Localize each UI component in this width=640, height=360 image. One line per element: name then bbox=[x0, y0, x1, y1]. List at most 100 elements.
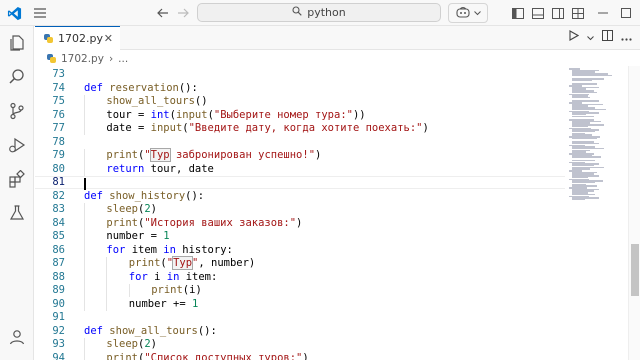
chevron-down-icon bbox=[473, 8, 481, 19]
code-text: show_all_tours() bbox=[106, 95, 207, 107]
vertical-scrollbar[interactable] bbox=[628, 66, 640, 360]
search-sidebar-icon[interactable] bbox=[6, 66, 28, 88]
code-token: in bbox=[166, 270, 186, 283]
code-token: def bbox=[84, 324, 110, 337]
indent-guide bbox=[84, 121, 85, 135]
breadcrumb-file[interactable]: 1702.py bbox=[61, 53, 104, 65]
code-token: sleep bbox=[106, 203, 138, 216]
code-line[interactable]: 81 bbox=[35, 175, 565, 190]
testing-flask-icon[interactable] bbox=[6, 202, 28, 224]
customize-layout-icon[interactable] bbox=[568, 3, 588, 23]
line-number: 73 bbox=[52, 68, 65, 81]
editor-tab-bar: 1702.py ✕ bbox=[35, 26, 640, 50]
code-line[interactable]: 90 number += 1 bbox=[35, 297, 565, 311]
run-python-file-icon[interactable] bbox=[569, 30, 580, 44]
run-dropdown-chevron-icon[interactable] bbox=[587, 31, 594, 44]
code-text: return tour, date bbox=[106, 163, 213, 175]
menu-icon[interactable] bbox=[30, 3, 50, 23]
source-control-icon[interactable] bbox=[6, 100, 28, 122]
code-line[interactable]: 92 def show_all_tours(): bbox=[35, 324, 565, 338]
split-editor-icon[interactable] bbox=[602, 30, 613, 44]
code-token: ) bbox=[150, 338, 157, 351]
title-bar: python bbox=[0, 0, 640, 26]
indent-guide bbox=[106, 270, 108, 284]
run-and-debug-icon[interactable] bbox=[6, 134, 28, 156]
code-line[interactable]: 80 return tour, date bbox=[35, 162, 565, 176]
editor-actions bbox=[569, 30, 632, 44]
minimize-icon[interactable] bbox=[593, 3, 613, 23]
code-token: number = bbox=[106, 230, 164, 243]
line-number: 87 bbox=[52, 257, 65, 270]
line-number: 82 bbox=[52, 189, 65, 202]
line-number: 89 bbox=[52, 284, 65, 297]
minimap-line bbox=[572, 198, 585, 201]
code-line[interactable]: 79 print("Тур забронирован успешно!") bbox=[35, 148, 565, 163]
indent-guide bbox=[84, 337, 85, 351]
code-line[interactable]: 76 tour = int(input("Выберите номер тура:… bbox=[35, 108, 565, 122]
indent-guide bbox=[84, 243, 85, 257]
command-center-search[interactable]: python bbox=[197, 3, 441, 22]
code-text: print("Тур забронирован успешно!") bbox=[106, 148, 321, 163]
maximize-icon[interactable] bbox=[616, 3, 636, 23]
code-text: print("Тур", number) bbox=[129, 256, 255, 271]
code-line[interactable]: 73 bbox=[35, 68, 565, 82]
breadcrumb: 1702.py › ... bbox=[35, 50, 640, 67]
minimap-line bbox=[572, 96, 590, 99]
code-line[interactable]: 86 for item in history: bbox=[35, 243, 565, 257]
code-line[interactable]: 78 bbox=[35, 135, 565, 149]
toggle-primary-sidebar-icon[interactable] bbox=[508, 3, 528, 23]
code-line[interactable]: 74 def reservation(): bbox=[35, 81, 565, 95]
code-token: ) bbox=[422, 122, 429, 135]
code-editor[interactable]: 73 74 def reservation(): 75 show_all_tours()… bbox=[35, 66, 565, 360]
code-token: int bbox=[150, 108, 170, 121]
code-line[interactable]: 87 print("Тур", number) bbox=[35, 256, 565, 271]
line-number: 94 bbox=[52, 351, 65, 360]
code-line[interactable]: 83 sleep(2) bbox=[35, 203, 565, 217]
breadcrumb-symbols[interactable]: ... bbox=[118, 53, 128, 65]
toggle-panel-icon[interactable] bbox=[528, 3, 548, 23]
code-line[interactable]: 75 show_all_tours() bbox=[35, 95, 565, 109]
code-text: def show_history(): bbox=[84, 190, 204, 202]
toggle-secondary-sidebar-icon[interactable] bbox=[548, 3, 568, 23]
code-line[interactable]: 84 print("История ваших заказов:") bbox=[35, 216, 565, 230]
code-line[interactable]: 85 number = 1 bbox=[35, 230, 565, 244]
minimap[interactable] bbox=[566, 66, 628, 360]
code-token: print bbox=[106, 216, 138, 229]
text-cursor bbox=[84, 177, 86, 190]
explorer-files-icon[interactable] bbox=[6, 32, 28, 54]
search-match-highlight: Тур bbox=[149, 148, 171, 163]
forward-arrow-icon[interactable] bbox=[173, 3, 193, 23]
code-token: "Список доступных туров:" bbox=[144, 351, 303, 360]
code-text: def show_all_tours(): bbox=[84, 325, 217, 337]
code-token: show_history bbox=[109, 189, 186, 202]
line-number: 75 bbox=[52, 95, 65, 108]
line-number: 92 bbox=[52, 324, 65, 337]
code-line[interactable]: 82 def show_history(): bbox=[35, 189, 565, 203]
indent-guide bbox=[84, 202, 85, 216]
vscode-logo-icon[interactable] bbox=[4, 3, 24, 23]
activity-bar bbox=[0, 26, 34, 360]
back-arrow-icon[interactable] bbox=[153, 3, 173, 23]
code-token: ) bbox=[296, 216, 303, 229]
code-line[interactable]: 93 sleep(2) bbox=[35, 338, 565, 352]
tab-1702-py[interactable]: 1702.py ✕ bbox=[35, 26, 120, 50]
extensions-icon[interactable] bbox=[6, 168, 28, 190]
code-text: number = 1 bbox=[106, 230, 169, 242]
code-line[interactable]: 91 bbox=[35, 311, 565, 325]
line-number: 81 bbox=[52, 176, 65, 189]
indent-guide bbox=[84, 148, 85, 162]
code-token: print bbox=[151, 284, 183, 297]
code-line[interactable]: 77 date = input("Введите дату, когда хоти… bbox=[35, 122, 565, 136]
copilot-button[interactable] bbox=[448, 3, 488, 23]
account-icon[interactable] bbox=[6, 326, 28, 348]
scrollbar-thumb[interactable] bbox=[631, 244, 639, 296]
code-text: for i in item: bbox=[129, 271, 218, 283]
more-actions-icon[interactable] bbox=[621, 31, 632, 44]
code-token: (i) bbox=[182, 284, 202, 297]
code-line[interactable]: 94 print("Список доступных туров:") bbox=[35, 351, 565, 360]
code-line[interactable]: 89 print(i) bbox=[35, 284, 565, 298]
close-tab-icon[interactable]: ✕ bbox=[104, 32, 113, 45]
indent-guide bbox=[84, 229, 85, 243]
indent-guide bbox=[84, 351, 85, 360]
code-line[interactable]: 88 for i in item: bbox=[35, 270, 565, 284]
